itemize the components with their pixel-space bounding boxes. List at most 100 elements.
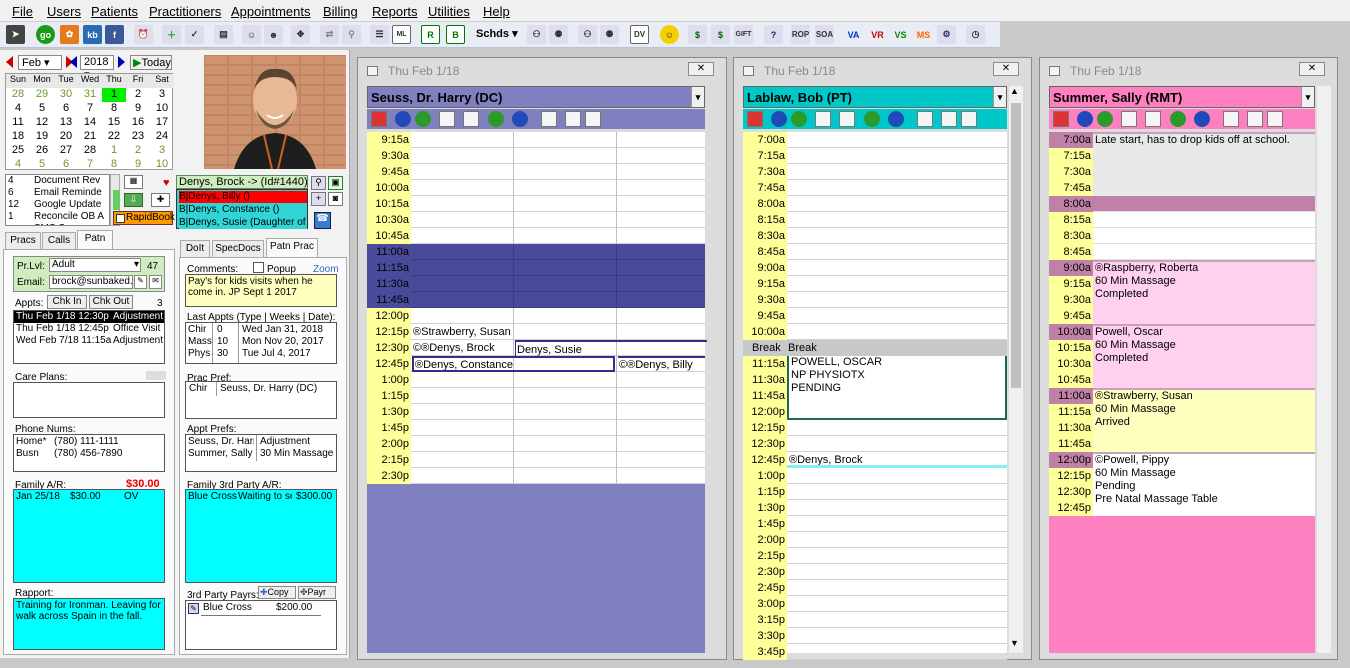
- alarm-icon[interactable]: ⏰: [134, 25, 153, 44]
- time-slot-row[interactable]: [1093, 196, 1315, 212]
- time-slot-row[interactable]: [787, 564, 1007, 580]
- next-year-icon[interactable]: [118, 56, 125, 68]
- time-slot-row[interactable]: [411, 292, 705, 308]
- fast-forward-icon[interactable]: [888, 111, 904, 127]
- time-slot-row[interactable]: [787, 500, 1007, 516]
- move-icon[interactable]: ✥: [291, 25, 310, 44]
- dv-icon[interactable]: DV: [630, 25, 649, 44]
- delete-icon[interactable]: [463, 111, 479, 127]
- time-slot-row[interactable]: [411, 372, 705, 388]
- close-button[interactable]: ✕: [1299, 62, 1325, 76]
- tab-calls[interactable]: Calls: [42, 232, 76, 249]
- calendar-day[interactable]: 3: [150, 144, 174, 158]
- grid-icon[interactable]: [815, 111, 831, 127]
- report-b-icon[interactable]: B: [446, 25, 465, 44]
- chk-out-button[interactable]: Chk Out: [89, 295, 133, 309]
- time-slot-row[interactable]: [787, 420, 1007, 436]
- email-field[interactable]: brock@sunbaked.c: [49, 275, 133, 289]
- payr-button[interactable]: ✤Payr: [298, 586, 336, 599]
- menu-billing[interactable]: Billing: [323, 4, 358, 19]
- appointment[interactable]: ®Denys, Constance: [412, 356, 615, 372]
- calendar-day[interactable]: 1: [102, 88, 126, 102]
- family-member[interactable]: B|Denys, Constance (): [179, 204, 307, 216]
- calendar-day[interactable]: 27: [54, 144, 78, 158]
- practitioner-select[interactable]: Summer, Sally (RMT) ▾: [1049, 86, 1315, 108]
- time-slot-row[interactable]: [411, 164, 705, 180]
- calendar-day[interactable]: 8: [102, 102, 126, 116]
- appt-row[interactable]: Thu Feb 1/18 12:45p Office Visit: [14, 323, 164, 335]
- calendar-day[interactable]: 7: [78, 102, 102, 116]
- appt-prefs-list[interactable]: Seuss, Dr. Harr Adjustment Summer, Sally (…: [185, 434, 337, 472]
- google-icon[interactable]: ✚: [151, 193, 170, 207]
- rapidbook-button[interactable]: RapidBook: [113, 211, 175, 225]
- tab-doit[interactable]: DoIt: [180, 240, 210, 257]
- scroll-up-icon[interactable]: ▲: [1010, 86, 1019, 96]
- rapport-box[interactable]: Training for Ironman. Leaving for walk a…: [13, 598, 165, 650]
- third-ar-list[interactable]: Blue Cross Waiting to se $300.00: [185, 489, 337, 583]
- prlvl-select[interactable]: Adult ▾: [49, 258, 141, 272]
- task-item[interactable]: SMS S...: [34, 223, 73, 225]
- time-slot-row[interactable]: [787, 292, 1007, 308]
- calendar-day[interactable]: 9: [126, 102, 150, 116]
- calendar-day[interactable]: 9: [126, 158, 150, 172]
- appointment[interactable]: ®Raspberry, Roberta 60 Min Massage Complet…: [1093, 260, 1315, 324]
- heart-icon[interactable]: ♥: [163, 177, 170, 189]
- calendar-day[interactable]: 20: [54, 130, 78, 144]
- time-slot-row[interactable]: [787, 516, 1007, 532]
- user-manage-icon[interactable]: ⚙: [937, 25, 956, 44]
- add-family-icon[interactable]: +: [311, 192, 326, 206]
- time-slot-row[interactable]: [787, 244, 1007, 260]
- time-slot-row[interactable]: [787, 212, 1007, 228]
- task-item[interactable]: Google Update: [34, 199, 101, 210]
- rop-icon[interactable]: ROP: [791, 25, 810, 44]
- calendar-day[interactable]: 10: [150, 102, 174, 116]
- time-slot-row[interactable]: [1093, 244, 1315, 260]
- document-icon[interactable]: ▤: [214, 25, 233, 44]
- time-slot-row[interactable]: [787, 276, 1007, 292]
- soa-icon[interactable]: SOA: [815, 25, 834, 44]
- smiley-icon[interactable]: ☺: [660, 25, 679, 44]
- go-icon[interactable]: go: [36, 25, 55, 44]
- calendar-day[interactable]: 13: [54, 116, 78, 130]
- calendar-day[interactable]: 15: [102, 116, 126, 130]
- people-b-icon[interactable]: ⚉: [549, 25, 568, 44]
- checklist-icon[interactable]: ✓: [185, 25, 204, 44]
- facebook-icon[interactable]: f: [105, 25, 124, 44]
- calendar-day[interactable]: 10: [150, 158, 174, 172]
- calendar-day[interactable]: 2: [126, 88, 150, 102]
- popup-checkbox[interactable]: [253, 262, 264, 273]
- appt-row[interactable]: Wed Feb 7/18 11:15a Adjustment: [14, 335, 164, 347]
- chk-in-button[interactable]: Chk In: [47, 295, 87, 309]
- menu-appointments[interactable]: Appointments: [231, 4, 311, 19]
- grid-icon[interactable]: [439, 111, 455, 127]
- time-slot-row[interactable]: [411, 404, 705, 420]
- time-slot-row[interactable]: [787, 228, 1007, 244]
- vr-icon[interactable]: VR: [868, 25, 887, 44]
- time-slot-row[interactable]: [411, 388, 705, 404]
- today-button[interactable]: ▶Today: [130, 55, 172, 70]
- calendar-day[interactable]: 26: [30, 144, 54, 158]
- home-icon[interactable]: [1223, 111, 1239, 127]
- calendar-day[interactable]: 28: [6, 88, 30, 102]
- year-select[interactable]: 2018 ▾: [80, 55, 114, 81]
- time-slot-row[interactable]: [1093, 228, 1315, 244]
- calendar-day[interactable]: 22: [102, 130, 126, 144]
- add-note-icon[interactable]: ＋: [162, 25, 181, 44]
- list-icon[interactable]: ☰: [370, 25, 389, 44]
- prev-year-icon[interactable]: [70, 56, 77, 68]
- time-slot-row[interactable]: [787, 148, 1007, 164]
- appointment[interactable]: POWELL, OSCAR NP PHYSIOTX PENDING: [787, 356, 1007, 420]
- third-payrs-list[interactable]: ✎ Blue Cross $200.00: [185, 600, 337, 650]
- download-icon[interactable]: ⇩: [124, 193, 143, 207]
- calendar-day[interactable]: 18: [6, 130, 30, 144]
- edit-payer-icon[interactable]: ✎: [188, 603, 199, 614]
- ml-icon[interactable]: ML: [392, 25, 411, 44]
- delete-icon[interactable]: [839, 111, 855, 127]
- calendar-day[interactable]: 6: [54, 158, 78, 172]
- prac-pref-list[interactable]: Chir Seuss, Dr. Harry (DC): [185, 381, 337, 419]
- appointment[interactable]: ®Denys, Brock: [787, 452, 1007, 468]
- play-icon[interactable]: [488, 111, 504, 127]
- search-icon[interactable]: ⚲: [311, 176, 326, 190]
- rewind-icon[interactable]: [395, 111, 411, 127]
- fast-forward-icon[interactable]: [1194, 111, 1210, 127]
